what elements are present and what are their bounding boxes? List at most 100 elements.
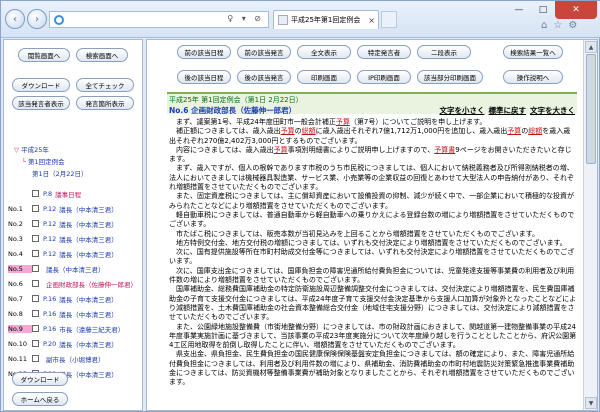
remark-paragraph: 国庫補助金、総務費国庫補助金の特定防衛施設周辺整備調整交付金につきましては、交付… — [169, 285, 577, 322]
ip-print-screen-button[interactable]: IP印刷画面 — [357, 70, 411, 84]
list-item[interactable]: No.1 P.12 議長（中本清三君） — [8, 203, 142, 214]
list-item-selected[interactable]: No.6 企画財政部長（佐藤伸一郎君） — [8, 278, 142, 289]
row-checkbox[interactable] — [32, 355, 39, 362]
search-hit-highlight: 総額 — [301, 127, 316, 136]
two-column-button[interactable]: 二段表示 — [417, 45, 471, 59]
row-checkbox[interactable] — [32, 295, 39, 302]
search-hit-highlight: 予算 — [507, 127, 522, 136]
next-remark-button[interactable]: 後の該当発言 — [237, 70, 291, 84]
list-item[interactable]: P.8 議事日程 — [8, 188, 142, 199]
list-item[interactable]: No.8 P.16 議長（中本清三君） — [8, 308, 142, 319]
list-item[interactable]: No.5 議長（中本清三君） — [8, 263, 142, 274]
row-checkbox[interactable] — [32, 280, 39, 287]
back-button[interactable]: ‹ — [5, 9, 25, 29]
back-arrow-icon: ‹ — [12, 13, 18, 25]
gear-icon[interactable]: ⚙ — [568, 20, 577, 31]
remark-paragraph: また、固定資産税につきましては、主に償却資産において設備投資の抑制、減少が続く中… — [169, 192, 574, 210]
prev-schedule-button[interactable]: 前の該当日程 — [177, 45, 231, 59]
new-tab-button[interactable] — [381, 11, 397, 28]
forward-button[interactable]: › — [27, 9, 47, 29]
browser-tools: ⌂ ☆ ⚙ — [541, 20, 577, 31]
list-item[interactable]: No.9 P.16 市長（遠藤三紀夫君） — [8, 323, 142, 334]
collapse-icon: └ — [22, 158, 26, 166]
remark-paragraph: 内容につきましては、歳入歳出予算事項別明細書によりご説明申し上げますので、予算書… — [169, 145, 572, 164]
document-frame: 前の該当日程 前の該当発言 全文表示 特定発言者 二段表示 検索結果一覧へ 後の… — [146, 39, 598, 411]
remark-paragraph: 地方特例交付金、地方交付税の増額につきましては、いずれも交付決定により増額措置を… — [176, 238, 567, 247]
browser-toolbar: ‹ › ♀ ▾ ⊘ 平成25年第1回定例会（第… × — □ ✕ ⌂ ☆ ⚙ — [1, 1, 600, 38]
scroll-thumb[interactable] — [586, 54, 596, 164]
show-remarks-button[interactable]: 発言箇所表示 — [76, 96, 134, 110]
row-checkbox[interactable] — [32, 265, 39, 272]
list-item[interactable]: No.3 P.12 議長（中本清三君） — [8, 233, 142, 244]
search-screen-button[interactable]: 検索画面へ — [76, 48, 128, 62]
row-checkbox[interactable] — [32, 325, 39, 332]
search-hit-highlight: 総額 — [528, 127, 543, 136]
remark-header: 平成25年 第1回定例会（第1日 2月22日） No.6 企画財政部長（佐藤伸一… — [167, 92, 577, 116]
text-smaller-link[interactable]: 文字を小さく — [440, 105, 485, 116]
browser-window: ‹ › ♀ ▾ ⊘ 平成25年第1回定例会（第… × — □ ✕ ⌂ ☆ ⚙ 閲… — [0, 0, 600, 412]
text-reset-link[interactable]: 標準に戻す — [489, 105, 527, 116]
row-checkbox[interactable] — [32, 250, 39, 257]
text-size-controls: 文字を小さく 標準に戻す 文字を大きく — [440, 105, 576, 116]
tree-meeting[interactable]: └ 第1回定例会 — [22, 156, 65, 166]
search-results-button[interactable]: 検索結果一覧へ — [503, 45, 563, 59]
remark-paragraph: 補正額につきましては、歳入歳出予算の総額に歳入歳出それぞれ7億1,712万1,0… — [169, 127, 571, 145]
remark-paragraph: 次に、国有提供施設等所在市町村助成交付金等につきましては、いずれも交付決定により… — [169, 248, 575, 266]
search-hit-highlight: 予算 — [280, 127, 295, 136]
show-speakers-button[interactable]: 該当発言者表示 — [12, 96, 70, 110]
view-screen-button[interactable]: 閲覧画面へ — [18, 48, 70, 62]
text-larger-link[interactable]: 文字を大きく — [530, 105, 575, 116]
search-hit-highlight: 予算 — [335, 118, 350, 126]
browser-tab[interactable]: 平成25年第1回定例会（第… × — [273, 10, 379, 29]
instructions-button[interactable]: 操作説明へ — [503, 70, 563, 84]
tree-day[interactable]: 第1日（2月22日） — [32, 168, 88, 178]
home-icon[interactable]: ⌂ — [541, 20, 547, 31]
remark-paragraph: 軽自動車税につきましては、普通自動車から軽自動車への乗りかえによる登録台数の増に… — [169, 210, 575, 229]
forward-arrow-icon: › — [34, 13, 40, 25]
maximize-button[interactable]: □ — [531, 1, 555, 19]
ie-logo-icon — [54, 15, 64, 25]
home-return-button[interactable]: ホームへ戻る — [12, 392, 68, 406]
print-section-button[interactable]: 該当部分印刷画面 — [417, 70, 483, 84]
minimize-button[interactable]: — — [507, 1, 531, 19]
print-screen-button[interactable]: 印刷画面 — [297, 70, 351, 84]
specific-speaker-button[interactable]: 特定発言者 — [357, 45, 411, 59]
prev-remark-button[interactable]: 前の該当発言 — [237, 45, 291, 59]
search-hit-highlight: 予算書 — [434, 145, 456, 154]
row-checkbox[interactable] — [32, 340, 39, 347]
close-window-button[interactable]: ✕ — [555, 1, 597, 19]
address-bar[interactable]: ♀ ▾ ⊘ — [49, 11, 269, 28]
list-item[interactable]: No.11 副市長（小堀博君） — [8, 353, 142, 364]
list-item[interactable]: No.10 P.20 議長（中本清三君） — [8, 338, 142, 349]
scroll-down-icon[interactable]: ▼ — [585, 397, 597, 409]
remark-paragraph: まず、歳入ですが、個人の根幹であります市税のうち市民税につきましては、個人におい… — [169, 164, 574, 192]
remark-body: まず、議案第1号、平成24年度田町市一般会計補正予算（第7号）についてご説明を申… — [169, 118, 577, 388]
star-icon[interactable]: ☆ — [553, 20, 562, 31]
list-item[interactable]: No.7 P.16 議長（中本清三君） — [8, 293, 142, 304]
page-favicon-icon — [278, 15, 288, 25]
vertical-scrollbar[interactable]: ▲ ▼ — [583, 40, 597, 410]
document-toolbar: 前の該当日程 前の該当発言 全文表示 特定発言者 二段表示 検索結果一覧へ 後の… — [147, 40, 579, 90]
download-button[interactable]: ダウンロード — [12, 78, 70, 92]
address-bar-icons[interactable]: ♀ ▾ ⊘ — [227, 14, 264, 23]
collapse-icon: ▽ — [14, 146, 19, 154]
speaker-title: No.6 企画財政部長（佐藤伸一郎君） — [169, 106, 297, 115]
list-item[interactable]: No.4 P.12 議長（中本清三君） — [8, 248, 142, 259]
tab-close-icon[interactable]: × — [368, 16, 378, 25]
row-checkbox[interactable] — [32, 310, 39, 317]
row-checkbox[interactable] — [32, 205, 39, 212]
tree-root[interactable]: ▽ 平成25年 — [14, 144, 49, 154]
row-checkbox[interactable] — [32, 220, 39, 227]
full-text-button[interactable]: 全文表示 — [297, 45, 351, 59]
next-schedule-button[interactable]: 後の該当日程 — [177, 70, 231, 84]
row-checkbox[interactable] — [32, 235, 39, 242]
remark-paragraph: まず、議案第1号、平成24年度田町市一般会計補正予算（第7号）についてご説明を申… — [176, 118, 487, 126]
row-checkbox[interactable] — [32, 190, 39, 197]
download-bottom-button[interactable]: ダウンロード — [12, 372, 68, 386]
remark-paragraph: 市たばこ税につきましては、販売本数が当初見込みを上回ることから増額措置をさせてい… — [176, 229, 539, 238]
list-item[interactable]: No.2 P.12 議長（中本清三君） — [8, 218, 142, 229]
check-all-button[interactable]: 全てチェック — [76, 78, 134, 92]
scroll-up-icon[interactable]: ▲ — [585, 41, 597, 53]
search-hit-highlight: 予算 — [273, 145, 288, 154]
remark-paragraph: 次に、国庫支出金につきましては、国庫負担金の障害児通所給付費負担金については、児… — [169, 266, 575, 285]
